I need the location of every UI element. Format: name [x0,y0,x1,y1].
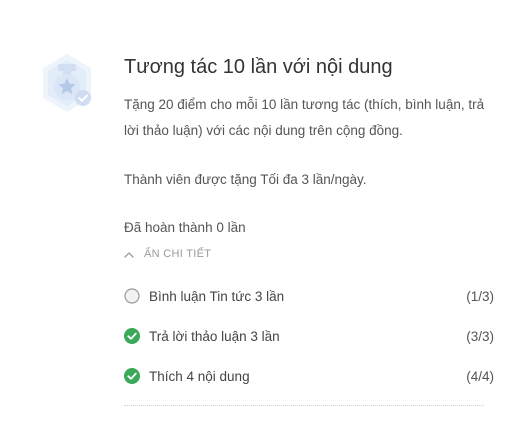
check-circle-icon [124,328,140,344]
chevron-up-icon [124,251,134,258]
completion-status: Đã hoàn thành 0 lần [124,220,246,235]
empty-circle-icon [124,288,140,304]
task-progress: (4/4) [466,368,494,384]
challenge-card: Tương tác 10 lần với nội dung Tặng 20 đi… [0,0,513,423]
task-item: Bình luận Tin tức 3 lần (1/3) [124,276,494,316]
hide-details-toggle[interactable]: ẨN CHI TIẾT [124,246,494,262]
task-list: Bình luận Tin tức 3 lần (1/3) Trả lời th… [124,276,494,396]
daily-limit-text: Thành viên được tặng Tối đa 3 lần/ngày. [124,172,367,187]
task-item: Trả lời thảo luận 3 lần (3/3) [124,316,494,356]
task-progress: (1/3) [466,288,494,304]
task-item: Thích 4 nội dung (4/4) [124,356,494,396]
challenge-description: Tặng 20 điểm cho mỗi 10 lần tương tác (t… [124,97,485,138]
task-label: Trả lời thảo luận 3 lần [149,328,280,344]
challenge-title: Tương tác 10 lần với nội dung [124,56,393,78]
star-medal-badge-icon [36,52,98,114]
check-circle-icon [124,368,140,384]
divider [124,405,484,406]
task-progress: (3/3) [466,328,494,344]
hide-details-label: ẨN CHI TIẾT [144,248,212,260]
task-label: Bình luận Tin tức 3 lần [149,288,285,304]
task-label: Thích 4 nội dung [149,368,250,384]
